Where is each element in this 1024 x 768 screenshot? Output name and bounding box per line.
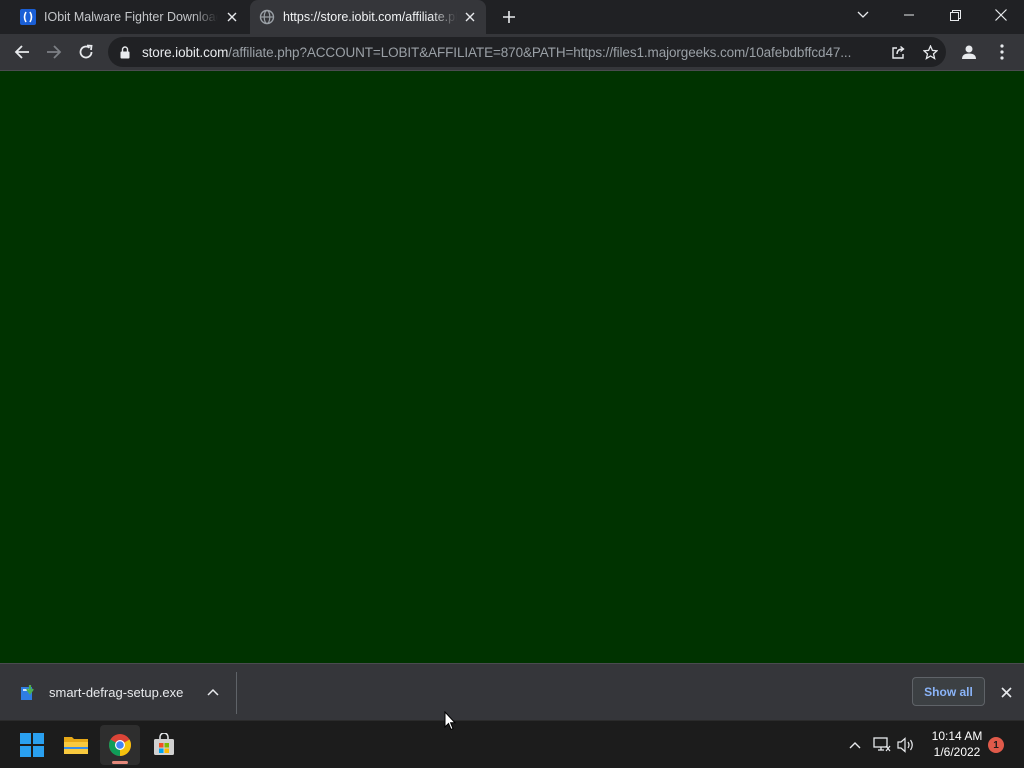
download-item[interactable]: smart-defrag-setup.exe: [0, 664, 236, 720]
forward-arrow-icon: [47, 45, 62, 59]
share-icon[interactable]: [890, 44, 906, 60]
tab-strip: IObit Malware Fighter Download https://s…: [0, 0, 1024, 34]
url-text[interactable]: store.iobit.com/affiliate.php?ACCOUNT=LO…: [142, 45, 880, 60]
minimize-icon: [904, 14, 914, 16]
chrome-menu-button[interactable]: [988, 38, 1016, 66]
tab-title: https://store.iobit.com/affiliate.php: [283, 10, 457, 24]
back-button[interactable]: [8, 38, 36, 66]
clock-date: 1/6/2022: [933, 745, 981, 759]
close-icon: [995, 9, 1007, 21]
lock-icon[interactable]: [120, 45, 132, 59]
tab-search-button[interactable]: [840, 0, 886, 30]
file-explorer-button[interactable]: [56, 725, 96, 765]
network-icon[interactable]: [872, 735, 892, 755]
close-window-button[interactable]: [978, 0, 1024, 30]
download-separator: [236, 672, 237, 714]
browser-toolbar: store.iobit.com/affiliate.php?ACCOUNT=LO…: [0, 34, 1024, 71]
chrome-taskbar-button[interactable]: [100, 725, 140, 765]
system-clock[interactable]: 10:14 AM 1/6/2022: [926, 728, 988, 760]
volume-icon[interactable]: [896, 735, 916, 755]
microsoft-store-icon: [154, 733, 174, 755]
chrome-icon: [109, 734, 131, 756]
url-domain: store.iobit.com: [142, 44, 229, 60]
new-tab-button[interactable]: [498, 6, 520, 28]
tab-close-icon[interactable]: [462, 9, 478, 25]
restore-icon: [949, 9, 961, 21]
reload-icon: [79, 44, 93, 59]
profile-button[interactable]: [955, 38, 983, 66]
page-content: [0, 71, 1024, 663]
tab-store-iobit-affiliate[interactable]: https://store.iobit.com/affiliate.php: [250, 0, 486, 34]
notification-badge[interactable]: 1: [988, 737, 1004, 753]
close-download-shelf-icon[interactable]: [998, 684, 1014, 700]
chevron-up-icon[interactable]: [205, 684, 221, 700]
plus-icon: [503, 11, 515, 23]
back-arrow-icon: [14, 45, 29, 59]
profile-avatar-icon: [962, 45, 976, 59]
installer-file-icon: [21, 684, 34, 700]
address-bar[interactable]: store.iobit.com/affiliate.php?ACCOUNT=LO…: [108, 37, 946, 67]
reload-button[interactable]: [72, 38, 100, 66]
globe-icon: [259, 9, 275, 25]
tab-iobit-malware-fighter[interactable]: IObit Malware Fighter Download: [12, 0, 248, 34]
tab-close-icon[interactable]: [224, 9, 240, 25]
windows-taskbar: 10:14 AM 1/6/2022 1: [0, 720, 1024, 768]
chevron-down-icon: [857, 11, 869, 18]
show-all-button[interactable]: Show all: [912, 677, 985, 706]
microsoft-store-button[interactable]: [144, 725, 184, 765]
start-button[interactable]: [12, 725, 52, 765]
iobit-favicon-icon: [20, 9, 36, 25]
download-shelf: smart-defrag-setup.exe Show all: [0, 663, 1024, 720]
mouse-cursor-icon: [444, 711, 456, 731]
kebab-menu-icon: [1000, 44, 1004, 60]
clock-time: 10:14 AM: [931, 729, 983, 743]
show-hidden-icons-chevron-icon[interactable]: [845, 735, 865, 755]
file-explorer-icon: [64, 737, 88, 754]
url-path: /affiliate.php?ACCOUNT=LOBIT&AFFILIATE=8…: [228, 44, 852, 60]
tab-title: IObit Malware Fighter Download: [44, 10, 218, 24]
download-filename: smart-defrag-setup.exe: [49, 684, 184, 700]
windows-start-icon: [20, 733, 44, 757]
bookmark-star-icon[interactable]: [922, 44, 938, 60]
forward-button[interactable]: [40, 38, 68, 66]
active-app-indicator: [112, 761, 128, 764]
restore-button[interactable]: [932, 0, 978, 30]
minimize-button[interactable]: [886, 0, 932, 30]
